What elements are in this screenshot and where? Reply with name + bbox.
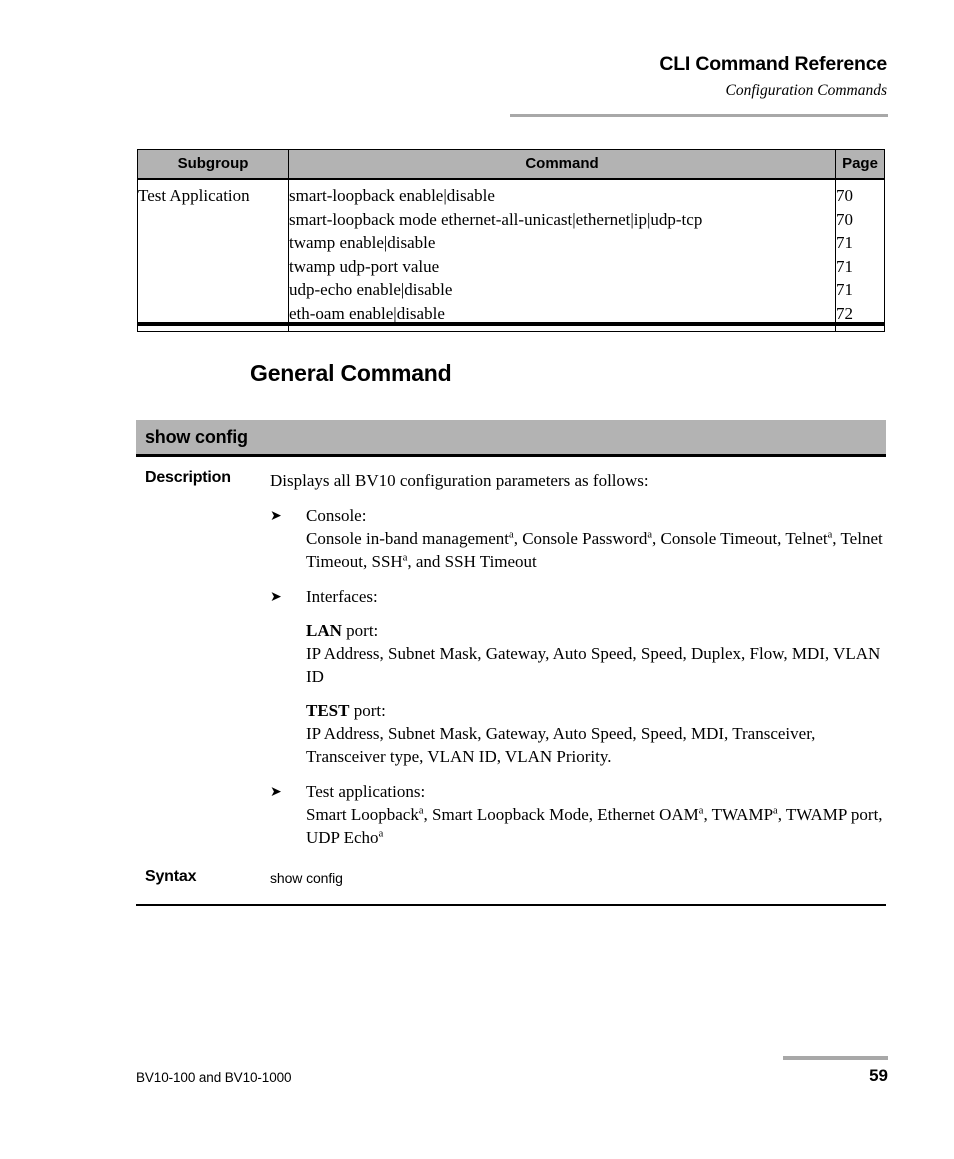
footer-divider <box>783 1056 888 1060</box>
description-label: Description <box>145 469 231 486</box>
syntax-row: Syntax show config <box>136 865 886 888</box>
description-intro: Displays all BV10 configuration paramete… <box>270 471 649 490</box>
footer-product-name: BV10-100 and BV10-1000 <box>136 1070 292 1085</box>
lan-port-label: LAN <box>306 621 342 640</box>
footnote-marker: a <box>402 552 408 564</box>
page-number: 70 <box>836 209 853 229</box>
header-divider <box>510 114 888 117</box>
document-title: CLI Command Reference <box>659 53 887 75</box>
description-body: Displays all BV10 configuration paramete… <box>270 457 886 849</box>
table-bottom-divider <box>137 322 885 326</box>
page-number: 71 <box>836 280 853 299</box>
page-number: 70 <box>836 186 853 205</box>
footnote-marker: a <box>647 529 653 541</box>
table-header-row: Subgroup Command Page <box>137 149 885 180</box>
arrow-bullet-icon: ➤ <box>270 508 282 524</box>
page-number: 71 <box>836 233 853 252</box>
list-item: ➤ Test applications: Smart Loopbacka, Sm… <box>270 780 884 849</box>
document-subtitle: Configuration Commands <box>725 82 887 99</box>
command-line: udp-echo enable|disable <box>289 280 453 299</box>
command-block-divider <box>136 904 886 906</box>
footnote-marker: a <box>509 529 514 541</box>
footnote-marker: a <box>827 529 833 541</box>
bullet-heading: Interfaces: <box>306 587 378 606</box>
test-port-suffix: port: <box>349 701 386 720</box>
column-header-command: Command <box>288 149 836 180</box>
test-port-detail: IP Address, Subnet Mask, Gateway, Auto S… <box>306 724 816 766</box>
command-line: twamp enable|disable <box>289 233 436 252</box>
footnote-marker: a <box>698 805 704 817</box>
list-item-body: Interfaces: LAN port: IP Address, Subnet… <box>306 585 884 768</box>
command-line: twamp udp-port value <box>289 256 440 276</box>
table-row: Test Application smart-loopback enable|d… <box>137 178 885 332</box>
footnote-marker: a <box>378 828 384 840</box>
list-item-body: Test applications: Smart Loopbacka, Smar… <box>306 780 884 849</box>
list-item: ➤ Console: Console in-band managementa, … <box>270 504 884 573</box>
cell-pages: 70 70 71 71 71 72 <box>835 178 885 332</box>
section-heading: General Command <box>250 360 452 386</box>
syntax-value: show config <box>270 870 343 886</box>
test-port-label: TEST <box>306 701 350 720</box>
lan-port-detail: IP Address, Subnet Mask, Gateway, Auto S… <box>306 644 881 686</box>
list-item-body: Console: Console in-band managementa, Co… <box>306 504 884 573</box>
test-port-section: TEST port: IP Address, Subnet Mask, Gate… <box>306 699 884 768</box>
page-header: CLI Command Reference Configuration Comm… <box>135 52 887 102</box>
command-line: smart-loopback enable|disable <box>289 186 495 205</box>
arrow-bullet-icon: ➤ <box>270 589 282 605</box>
page-number: 71 <box>836 256 853 276</box>
bullet-heading: Console: <box>306 506 367 525</box>
footnote-marker: a <box>418 805 424 817</box>
syntax-label: Syntax <box>145 868 197 885</box>
lan-port-suffix: port: <box>341 621 379 640</box>
lan-port-section: LAN port: IP Address, Subnet Mask, Gatew… <box>306 619 884 688</box>
description-row: Description Displays all BV10 configurat… <box>136 457 886 849</box>
column-header-subgroup: Subgroup <box>137 149 289 180</box>
footer-page-number: 59 <box>869 1066 888 1085</box>
column-header-page: Page <box>835 149 885 180</box>
cell-subgroup: Test Application <box>137 178 289 332</box>
command-name: show config <box>145 426 248 447</box>
command-block: show config Description Displays all BV1… <box>136 420 886 906</box>
command-summary-table: Subgroup Command Page Test Application s… <box>137 149 885 332</box>
bullet-heading: Test applications: <box>306 782 426 801</box>
list-item: ➤ Interfaces: LAN port: IP Address, Subn… <box>270 585 884 768</box>
command-line: smart-loopback mode ethernet-all-unicast… <box>289 209 703 229</box>
bullet-detail: Console in-band managementa, Console Pas… <box>306 529 883 571</box>
bullet-detail: Smart Loopbacka, Smart Loopback Mode, Et… <box>306 805 883 847</box>
arrow-bullet-icon: ➤ <box>270 784 282 800</box>
description-bullet-list: ➤ Console: Console in-band managementa, … <box>270 504 884 849</box>
cell-commands: smart-loopback enable|disable smart-loop… <box>288 178 836 332</box>
command-title-bar: show config <box>136 420 886 457</box>
footnote-marker: a <box>773 805 778 817</box>
